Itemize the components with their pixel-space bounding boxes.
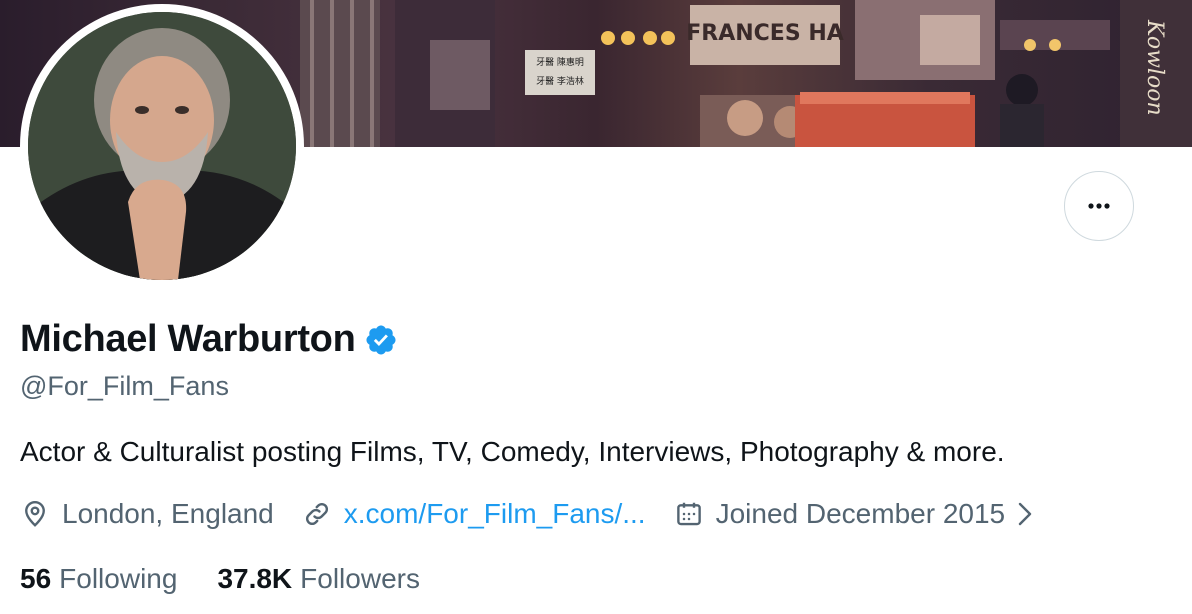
link-icon (305, 502, 328, 526)
profile-name-row: Michael Warburton (20, 318, 398, 361)
avatar-photo (28, 12, 296, 280)
joined-text: Joined December 2015 (715, 498, 1006, 529)
profile-meta: London, England x.com/For_Film_Fans/... … (20, 498, 1047, 530)
banner-sign-text-2: 牙醫 李浩林 (536, 75, 584, 87)
profile-website[interactable]: x.com/For_Film_Fans/... (302, 498, 646, 530)
avatar[interactable] (28, 12, 296, 280)
followers-label: Followers (300, 563, 420, 594)
chevron-right-icon[interactable] (1015, 500, 1047, 528)
followers-link[interactable]: 37.8K Followers (217, 563, 420, 595)
profile-name: Michael Warburton (20, 318, 356, 360)
calendar-icon (676, 502, 701, 526)
profile-joined: Joined December 2015 (674, 498, 1048, 530)
profile-handle: @For_Film_Fans (20, 371, 229, 401)
banner-side-text: Kowloon (1142, 19, 1167, 116)
profile-location: London, England (20, 498, 274, 530)
location-pin-icon (25, 500, 45, 527)
banner-sign-text-1: 牙醫 陳惠明 (536, 56, 584, 68)
banner-poster-title: FRANCES HA (686, 21, 844, 46)
verified-badge-icon[interactable] (364, 323, 398, 357)
more-options-button[interactable] (1064, 171, 1134, 241)
more-options-icon (1088, 203, 1110, 209)
location-text: London, England (62, 498, 274, 529)
profile-bio: Actor & Culturalist posting Films, TV, C… (20, 436, 1005, 467)
website-link[interactable]: x.com/For_Film_Fans/... (344, 498, 646, 530)
followers-count: 37.8K (217, 563, 293, 594)
profile-stats: 56 Following 37.8K Followers (20, 563, 460, 595)
following-link[interactable]: 56 Following (20, 563, 177, 595)
following-label: Following (59, 563, 178, 594)
following-count: 56 (20, 563, 52, 594)
